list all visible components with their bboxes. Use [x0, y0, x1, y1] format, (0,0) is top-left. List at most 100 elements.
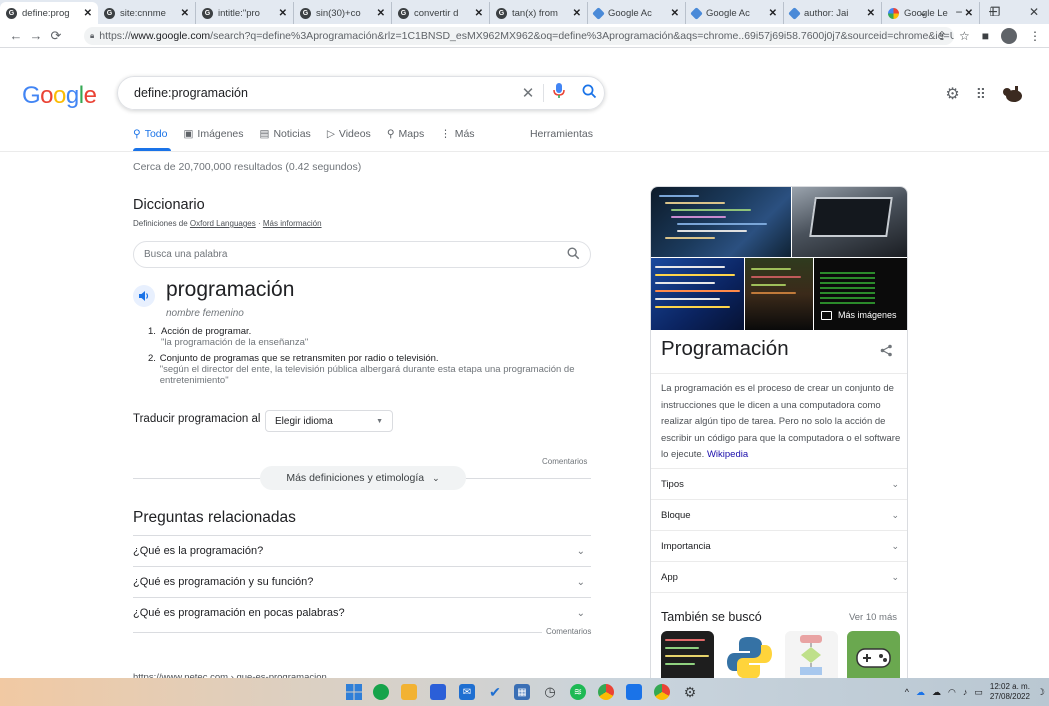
close-tab-icon[interactable]: ✕ — [475, 8, 483, 19]
browser-tab[interactable]: Gsite:cnnme ✕ — [98, 2, 196, 24]
close-tab-icon[interactable]: ✕ — [377, 8, 385, 19]
chrome-icon[interactable] — [654, 684, 670, 700]
spotify-icon[interactable]: ≋ — [570, 684, 586, 700]
minimize-button[interactable]: − — [944, 0, 974, 24]
close-tab-icon[interactable]: ✕ — [867, 8, 875, 19]
browser-tab[interactable]: author: Jai ✕ — [784, 2, 882, 24]
divider — [0, 151, 1049, 152]
reload-icon[interactable]: ⟳ — [46, 28, 66, 44]
mail-icon[interactable]: ✉ — [459, 684, 475, 700]
close-tab-icon[interactable]: ✕ — [279, 8, 287, 19]
tab-todo[interactable]: ⚲ Todo — [133, 128, 167, 140]
browser-tab[interactable]: Gtan(x) from ✕ — [490, 2, 588, 24]
tab-mas[interactable]: ⋮ Más — [440, 128, 474, 140]
dictionary-source: Definiciones de Oxford Languages · Más i… — [133, 219, 322, 228]
code-image[interactable] — [651, 187, 791, 257]
onedrive-icon[interactable]: ☁ — [916, 687, 925, 698]
language-select[interactable]: Elegir idioma ▼ — [265, 410, 393, 432]
tab-noticias[interactable]: ▤ Noticias — [260, 128, 311, 140]
tab-search-icon[interactable]: ⌄ — [908, 0, 938, 24]
file-explorer-icon[interactable] — [401, 684, 417, 700]
clear-icon[interactable]: ✕ — [513, 84, 543, 102]
wikipedia-link[interactable]: Wikipedia — [707, 449, 748, 460]
code-image[interactable] — [745, 258, 813, 330]
dictionary-search-input[interactable]: Busca una palabra — [144, 249, 567, 260]
close-window-button[interactable]: ✕ — [1019, 0, 1049, 24]
url-field[interactable]: 🔒︎ https://www.google.com/search?q=defin… — [84, 27, 954, 45]
search-input[interactable]: define:programación — [134, 86, 513, 100]
feedback-link[interactable]: Comentarios — [542, 457, 587, 466]
volume-icon[interactable]: ♪ — [963, 687, 968, 697]
search-box[interactable]: define:programación ✕ — [117, 76, 605, 110]
battery-icon[interactable]: ▭ — [974, 687, 983, 698]
flowchart-thumbnail[interactable] — [785, 631, 838, 685]
store-icon[interactable] — [626, 684, 642, 700]
panel-row-bloque[interactable]: Bloque ⌄ — [651, 499, 907, 530]
panel-row-tipos[interactable]: Tipos ⌄ — [651, 468, 907, 499]
tab-maps[interactable]: ⚲ Maps — [387, 128, 424, 140]
google-logo[interactable]: Google — [22, 82, 97, 110]
see-more-link[interactable]: Ver 10 más — [849, 612, 897, 623]
browser-tab[interactable]: Gsin(30)+co ✕ — [294, 2, 392, 24]
tools-button[interactable]: Herramientas — [530, 128, 593, 140]
microphone-icon[interactable] — [544, 83, 574, 103]
side-panel-icon[interactable]: ■ — [982, 29, 989, 43]
close-tab-icon[interactable]: ✕ — [84, 8, 92, 19]
maximize-button[interactable]: ❐ — [980, 0, 1010, 24]
panel-row-importancia[interactable]: Importancia ⌄ — [651, 530, 907, 561]
tab-videos[interactable]: ▷ Videos — [327, 128, 371, 140]
related-question[interactable]: ¿Qué es la programación? ⌄ — [133, 535, 591, 566]
account-avatar[interactable] — [1001, 84, 1025, 104]
oxford-link[interactable]: Oxford Languages — [190, 219, 256, 228]
related-question[interactable]: ¿Qué es programación en pocas palabras? ⌄ — [133, 597, 591, 628]
app-icon[interactable] — [430, 684, 446, 700]
calculator-icon[interactable]: ▦ — [514, 684, 530, 700]
panel-row-app[interactable]: App ⌄ — [651, 561, 907, 592]
menu-icon[interactable]: ⋮ — [1029, 29, 1041, 43]
tab-imagenes[interactable]: ▣ Imágenes — [183, 128, 243, 140]
related-question[interactable]: ¿Qué es programación y su función? ⌄ — [133, 566, 591, 597]
close-tab-icon[interactable]: ✕ — [573, 8, 581, 19]
close-tab-icon[interactable]: ✕ — [181, 8, 189, 19]
notification-icon[interactable]: ☽ — [1037, 687, 1045, 698]
close-tab-icon[interactable]: ✕ — [671, 8, 679, 19]
browser-tab[interactable]: Google Ac ✕ — [686, 2, 784, 24]
chevron-up-icon[interactable]: ^ — [905, 687, 909, 697]
cloud-icon[interactable]: ☁ — [932, 687, 941, 698]
related-thumbnail[interactable] — [661, 631, 714, 685]
code-image[interactable] — [651, 258, 744, 330]
back-icon[interactable]: ← — [6, 28, 26, 43]
close-tab-icon[interactable]: ✕ — [769, 8, 777, 19]
browser-tab[interactable]: Gdefine:prog ✕ — [0, 2, 98, 24]
speaker-icon[interactable] — [133, 285, 155, 307]
more-images-button[interactable]: Más imágenes — [821, 310, 897, 320]
dictionary-search[interactable]: Busca una palabra — [133, 241, 591, 268]
clock[interactable]: 12:02 a. m. 27/08/2022 — [990, 682, 1030, 702]
chrome-icon[interactable] — [598, 684, 614, 700]
settings-gear-icon[interactable]: ⚙ — [945, 84, 959, 104]
checkmark-icon[interactable]: ✔ — [487, 684, 503, 700]
feedback-link[interactable]: Comentarios — [542, 627, 592, 636]
clock-app-icon[interactable]: ◷ — [542, 684, 558, 700]
wifi-icon[interactable]: ◠ — [948, 687, 956, 698]
forward-icon[interactable]: → — [26, 28, 46, 43]
python-logo-thumbnail[interactable] — [723, 631, 776, 685]
browser-tab[interactable]: Gintitle:"pro ✕ — [196, 2, 294, 24]
gamepad-thumbnail[interactable] — [847, 631, 900, 685]
chat-icon[interactable] — [373, 684, 389, 700]
search-icon[interactable] — [574, 84, 604, 103]
more-info-link[interactable]: Más información — [263, 219, 322, 228]
search-icon[interactable] — [567, 247, 580, 263]
more-definitions-button[interactable]: Más definiciones y etimología ⌄ — [260, 466, 466, 490]
settings-gear-icon[interactable]: ⚙ — [682, 684, 698, 700]
share-page-icon[interactable]: ⇪ — [937, 29, 947, 43]
bookmark-star-icon[interactable]: ☆ — [959, 29, 970, 43]
apps-grid-icon[interactable]: ⠿ — [976, 86, 986, 103]
profile-avatar[interactable] — [1001, 28, 1017, 44]
share-icon[interactable] — [880, 344, 893, 360]
browser-tab[interactable]: Google Ac ✕ — [588, 2, 686, 24]
panel-description: La programación es el proceso de crear u… — [661, 383, 901, 460]
browser-tab[interactable]: Gconvertir d ✕ — [392, 2, 490, 24]
windows-start-icon[interactable] — [346, 684, 362, 700]
laptop-image[interactable] — [792, 187, 907, 257]
